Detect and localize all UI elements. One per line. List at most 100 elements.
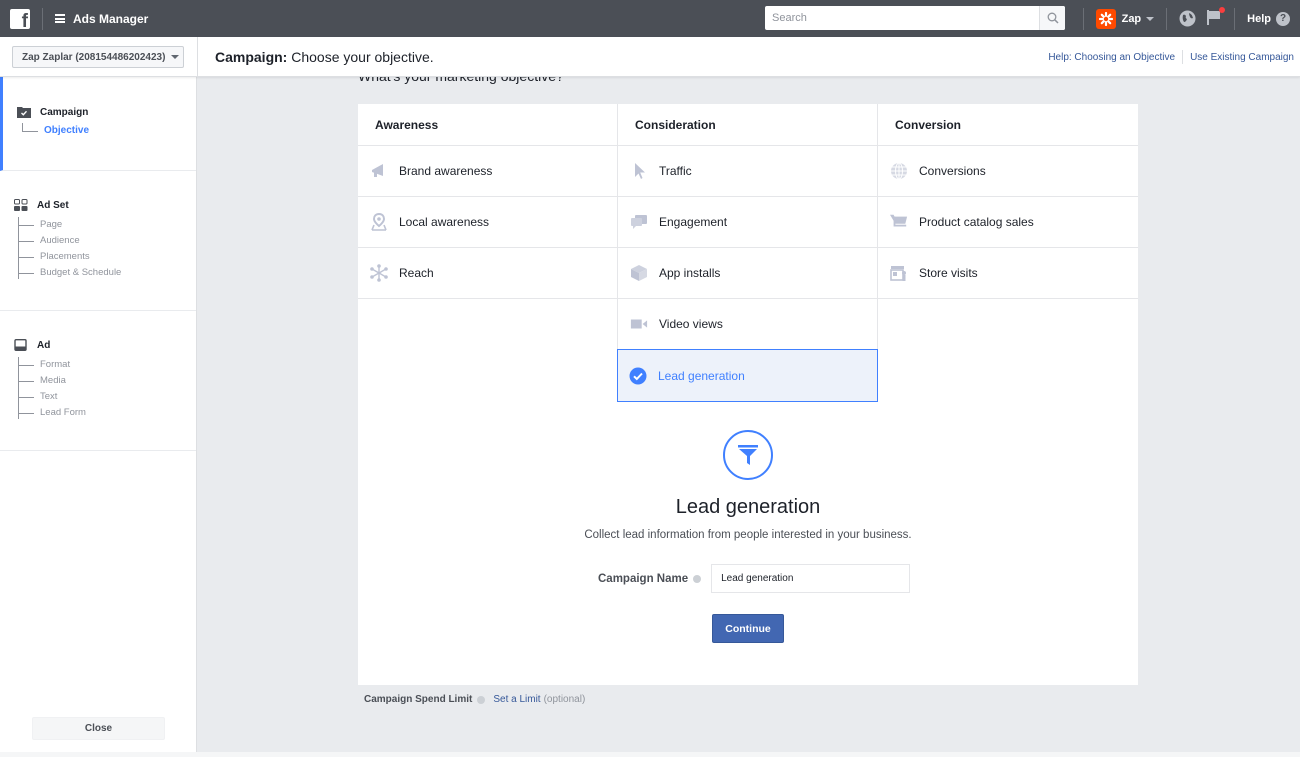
page-title: Campaign: Choose your objective. [215,49,434,65]
reach-network-icon [370,264,388,282]
objective-engagement[interactable]: Engagement [618,197,877,248]
header-links: Help: Choosing an Objective Use Existing… [1048,50,1294,64]
ad-set-steps: Page Audience Placements Budget & Schedu… [18,217,121,281]
sidebar-section-label: Campaign [40,106,89,118]
sidebar-item-page[interactable]: Page [18,217,121,233]
column-header: Consideration [618,104,877,146]
optional-label: (optional) [543,694,586,705]
objective-store-visits[interactable]: Store visits [878,248,1138,299]
campaign-name-input[interactable] [711,564,911,593]
objective-conversions[interactable]: Conversions [878,146,1138,197]
globe-icon[interactable] [1179,10,1196,27]
conversion-column: Conversion Conversions Product catalog s… [878,104,1138,402]
use-existing-campaign-link[interactable]: Use Existing Campaign [1190,52,1294,63]
help-label[interactable]: Help [1247,13,1271,25]
search-input[interactable] [765,6,1039,30]
objective-product-catalog-sales[interactable]: Product catalog sales [878,197,1138,248]
page-title-text: Choose your objective. [287,49,434,65]
info-icon[interactable] [477,695,486,704]
sidebar-item-placements[interactable]: Placements [18,249,121,265]
divider [1182,50,1184,64]
objective-local-awareness[interactable]: Local awareness [358,197,617,248]
objective-card: Awareness Brand awareness Local awarenes… [358,104,1138,685]
continue-button[interactable]: Continue [712,614,784,643]
facebook-logo-icon[interactable]: f [10,8,30,29]
ad-frame-icon [14,339,27,351]
page-title-prefix: Campaign: [215,49,288,65]
objective-label: Engagement [659,215,728,229]
ad-steps: Format Media Text Lead Form [18,357,86,421]
folder-check-icon [17,107,31,118]
bottom-strip [0,752,1300,757]
funnel-icon [723,430,773,480]
divider [1166,7,1168,30]
campaign-name-row: Campaign Name [598,564,911,593]
column-header: Awareness [358,104,617,146]
divider [1234,7,1236,30]
close-button[interactable]: Close [32,717,165,740]
box-icon [630,264,648,282]
info-icon[interactable] [693,574,702,583]
divider [42,7,43,30]
globe-icon [890,162,908,180]
sidebar: Campaign Objective Ad Set Page Audience … [0,77,197,753]
objective-label: Product catalog sales [919,215,1034,229]
zap-logo-icon [1095,8,1116,29]
sidebar-item-media[interactable]: Media [18,373,86,389]
sidebar-section-ad[interactable]: Ad Format Media Text Lead Form [0,311,196,451]
objective-label: App installs [659,266,721,280]
sidebar-item-audience[interactable]: Audience [18,233,121,249]
notifications-button[interactable] [1206,6,1226,29]
sidebar-section-ad-set[interactable]: Ad Set Page Audience Placements Budget &… [0,171,196,311]
sidebar-section-header[interactable]: Ad [14,339,50,351]
menu-icon[interactable] [55,14,65,23]
sidebar-section-header[interactable]: Ad Set [14,199,69,211]
cursor-icon [630,162,648,180]
sidebar-item-lead-form[interactable]: Lead Form [18,405,86,421]
divider [1082,7,1084,30]
campaign-spend-limit: Campaign Spend Limit Set a Limit (option… [364,694,585,705]
sidebar-section-label: Ad [37,339,51,351]
campaign-header: Zap Zaplar (208154486202423) Campaign: C… [0,37,1300,77]
ad-account-selector[interactable]: Zap Zaplar (208154486202423) [12,46,184,68]
objective-lead-generation[interactable]: Lead generation [617,349,878,402]
objective-label: Conversions [919,164,986,178]
grid-icon [14,199,28,211]
search-icon [1047,12,1059,24]
video-camera-icon [630,315,648,333]
search-button[interactable] [1039,6,1065,30]
campaign-name-label: Campaign Name [598,572,689,585]
sidebar-item-budget-schedule[interactable]: Budget & Schedule [18,265,121,281]
objective-traffic[interactable]: Traffic [618,146,877,197]
check-circle-icon [629,367,647,385]
campaign-steps: Objective [22,123,89,139]
objective-label: Local awareness [399,215,490,229]
sidebar-section-header[interactable]: Campaign [17,106,88,118]
objective-brand-awareness[interactable]: Brand awareness [358,146,617,197]
objective-label: Store visits [919,266,978,280]
account-menu[interactable]: Zap [1095,8,1155,29]
objective-label: Traffic [659,164,692,178]
objective-title: Lead generation [675,496,821,518]
sidebar-item-format[interactable]: Format [18,357,86,373]
sidebar-item-objective[interactable]: Objective [22,123,89,139]
consideration-column: Consideration Traffic Engagement App ins… [617,104,878,402]
awareness-column: Awareness Brand awareness Local awarenes… [358,104,618,402]
help-icon[interactable]: ? [1276,11,1290,26]
set-limit-link[interactable]: Set a Limit [493,694,540,705]
app-title[interactable]: Ads Manager [73,12,148,26]
objective-grid: Awareness Brand awareness Local awarenes… [358,104,1138,402]
objective-video-views[interactable]: Video views [618,299,877,350]
shopping-cart-icon [890,213,908,231]
sidebar-section-campaign[interactable]: Campaign Objective [0,77,196,171]
megaphone-icon [370,162,388,180]
objective-description: Collect lead information from people int… [584,529,912,541]
objective-app-installs[interactable]: App installs [618,248,877,299]
objective-detail: Lead generation Collect lead information… [358,430,1138,541]
objective-label: Lead generation [658,368,745,383]
objective-reach[interactable]: Reach [358,248,617,299]
help-choosing-objective-link[interactable]: Help: Choosing an Objective [1048,52,1175,63]
column-header: Conversion [878,104,1138,146]
chat-bubbles-icon [630,213,648,231]
sidebar-item-text[interactable]: Text [18,389,86,405]
